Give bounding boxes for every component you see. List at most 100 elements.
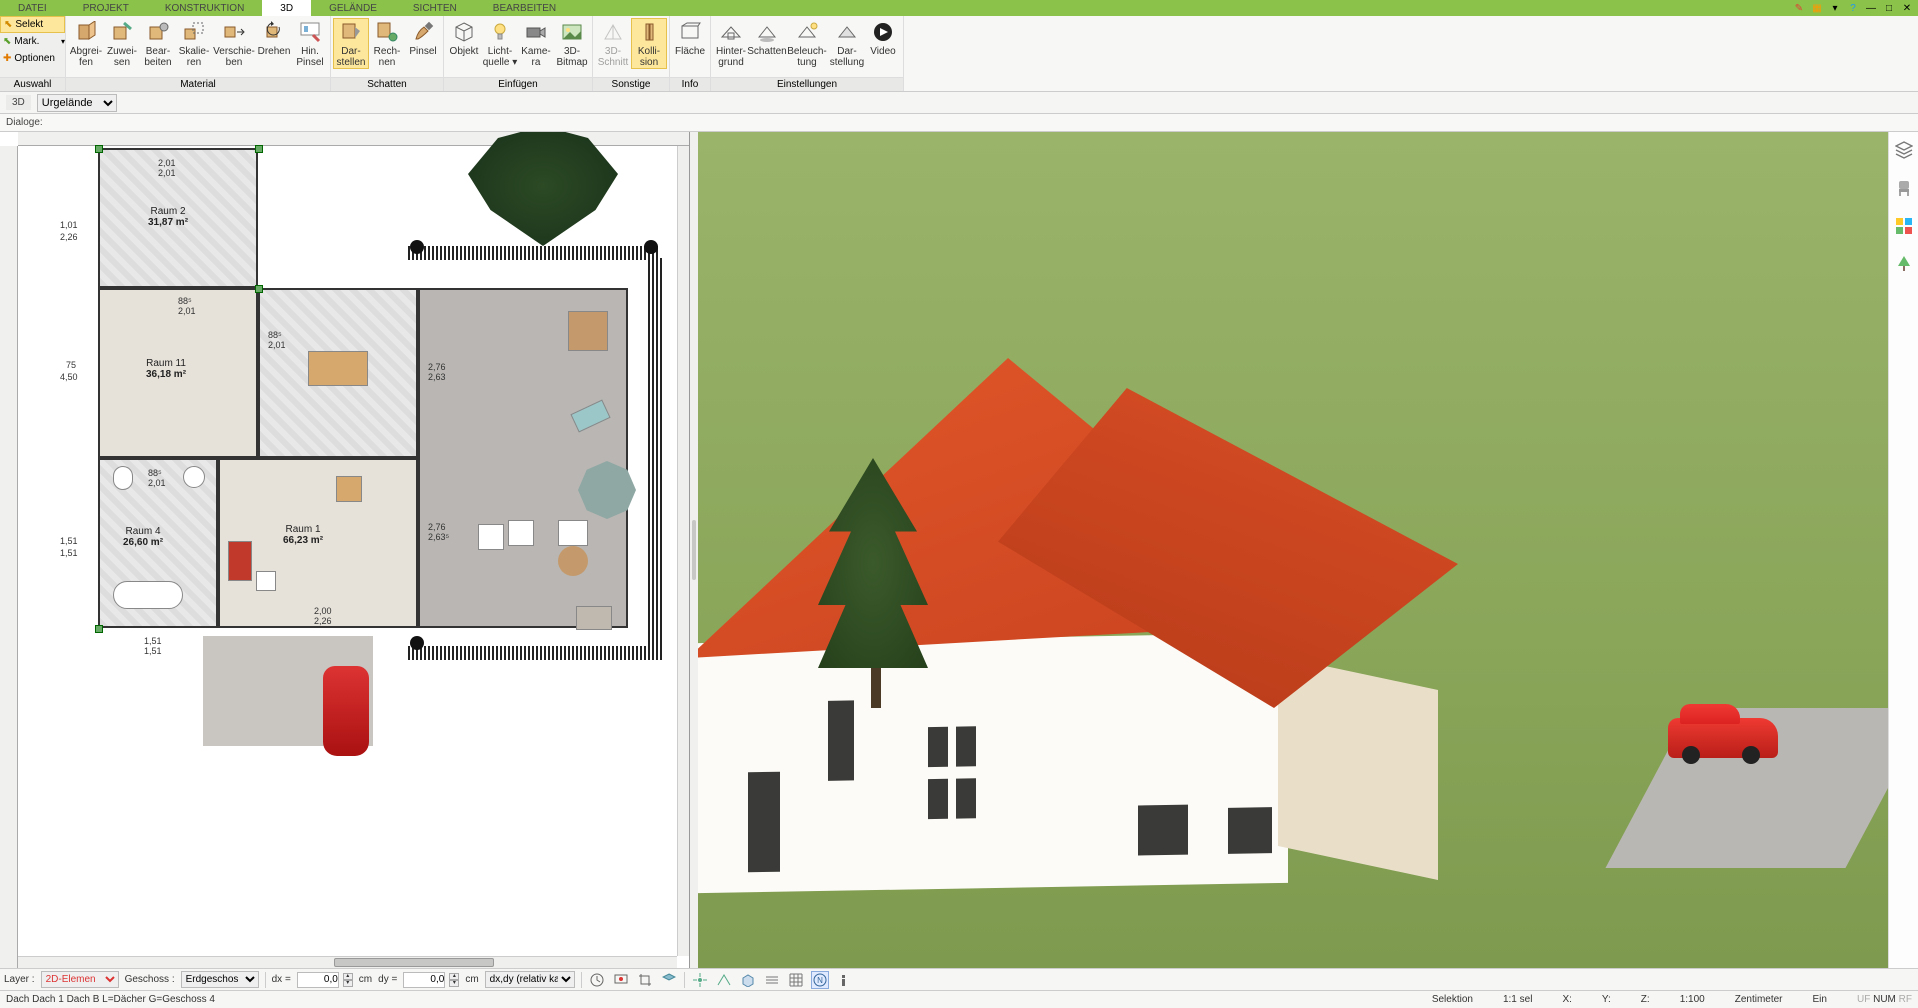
coord-mode-select[interactable]: dx,dy (relativ ka: [485, 971, 575, 988]
ribbon-group-label: Info: [670, 77, 710, 91]
table-furniture[interactable]: [308, 351, 368, 386]
layer-select[interactable]: 2D-Elemen: [41, 971, 119, 988]
grid-lines-icon[interactable]: [763, 971, 781, 989]
dialog-bar: Dialoge:: [0, 114, 1918, 132]
chair[interactable]: [478, 524, 504, 550]
status-unit: Zentimeter: [1735, 994, 1783, 1005]
menu-tab-bearbeiten[interactable]: BEARBEITEN: [475, 0, 574, 16]
lichtquelle-button[interactable]: Licht- quelle ▾: [482, 18, 518, 68]
dy-input[interactable]: [403, 972, 445, 988]
menu-tab-projekt[interactable]: PROJEKT: [65, 0, 147, 16]
terrain-select[interactable]: Urgelände: [37, 94, 117, 112]
verschieben-button[interactable]: Verschie- ben: [212, 18, 256, 68]
close-icon[interactable]: ✕: [1900, 1, 1914, 15]
objekt-button[interactable]: Objekt: [446, 18, 482, 57]
dim-label: 2,01: [158, 168, 176, 178]
chair[interactable]: [558, 520, 588, 546]
snap-point-icon[interactable]: [691, 971, 709, 989]
palette-icon[interactable]: [1894, 216, 1914, 236]
compass-icon[interactable]: N: [811, 971, 829, 989]
round-table[interactable]: [558, 546, 588, 576]
layers-toggle-icon[interactable]: [660, 971, 678, 989]
desk[interactable]: [336, 476, 362, 502]
umbrella-icon[interactable]: [578, 461, 636, 519]
hin-pinsel-button[interactable]: Hin. Pinsel: [292, 18, 328, 68]
selection-handle[interactable]: [255, 285, 263, 293]
3d-bitmap-button[interactable]: 3D- Bitmap: [554, 18, 590, 68]
scrollbar-thumb[interactable]: [334, 958, 494, 967]
geschoss-select[interactable]: Erdgeschos: [181, 971, 259, 988]
bearbeiten-button[interactable]: Bear- beiten: [140, 18, 176, 68]
darstellung-button[interactable]: Dar- stellung: [829, 18, 865, 68]
maximize-icon[interactable]: □: [1882, 1, 1896, 15]
zuweisen-button[interactable]: Zuwei- sen: [104, 18, 140, 68]
car-2d[interactable]: [323, 666, 369, 756]
dx-input[interactable]: [297, 972, 339, 988]
drehen-button[interactable]: Drehen: [256, 18, 292, 57]
scrollbar-horizontal[interactable]: [18, 956, 677, 968]
scrollbar-vertical[interactable]: [677, 146, 689, 956]
bathtub[interactable]: [113, 581, 183, 609]
view-splitter[interactable]: [690, 132, 698, 968]
sofa[interactable]: [228, 541, 252, 581]
window: [1228, 807, 1272, 854]
sub-toolbar: 3D Urgelände: [0, 92, 1918, 114]
pinsel-button[interactable]: Pinsel: [405, 18, 441, 57]
selection-handle[interactable]: [95, 145, 103, 153]
menu-tab-sichten[interactable]: SICHTEN: [395, 0, 475, 16]
menu-tab-gelaende[interactable]: GELÄNDE: [311, 0, 395, 16]
snap-cube-icon[interactable]: [739, 971, 757, 989]
menu-tab-datei[interactable]: DATEI: [0, 0, 65, 16]
square-icon[interactable]: ▦: [1810, 1, 1824, 15]
abgreifen-button[interactable]: Abgrei- fen: [68, 18, 104, 68]
selekt-button[interactable]: ⬉Selekt: [0, 16, 65, 33]
room-label: Raum 1136,18 m²: [146, 358, 186, 380]
view-3d[interactable]: [698, 132, 1888, 968]
rechnen-button[interactable]: Rech- nen: [369, 18, 405, 68]
screen-icon[interactable]: [612, 971, 630, 989]
house-side-wall[interactable]: [1278, 656, 1438, 880]
view-2d[interactable]: 1,01 2,26 75 4,50 1,51 1,51 Raum 231,87 …: [0, 132, 690, 968]
mark-button[interactable]: ⬉Mark.▾: [0, 33, 65, 50]
selection-handle[interactable]: [95, 625, 103, 633]
menu-tab-konstruktion[interactable]: KONSTRUKTION: [147, 0, 262, 16]
layers-icon[interactable]: [1894, 140, 1914, 160]
beleuchtung-button[interactable]: Beleuch- tung: [785, 18, 829, 68]
info-icon[interactable]: [835, 971, 853, 989]
bench[interactable]: [576, 606, 612, 630]
spin-up[interactable]: ▴: [343, 973, 353, 980]
video-button[interactable]: Video: [865, 18, 901, 57]
darstellen-button[interactable]: Dar- stellen: [333, 18, 369, 69]
outdoor-table[interactable]: [568, 311, 608, 351]
snap-edge-icon[interactable]: [715, 971, 733, 989]
hintergrund-button[interactable]: Hinter- grund: [713, 18, 749, 68]
flaeche-button[interactable]: Fläche: [672, 18, 708, 57]
kamera-button[interactable]: Kame- ra: [518, 18, 554, 68]
crop-icon[interactable]: [636, 971, 654, 989]
spin-down[interactable]: ▾: [343, 980, 353, 987]
grid-icon[interactable]: [787, 971, 805, 989]
chair-icon[interactable]: [1894, 178, 1914, 198]
car-3d[interactable]: [1668, 718, 1778, 758]
spin-down[interactable]: ▾: [449, 980, 459, 987]
clock-icon[interactable]: [588, 971, 606, 989]
menu-tab-3d[interactable]: 3D: [262, 0, 311, 16]
schatten-button[interactable]: Schatten: [749, 18, 785, 57]
spin-up[interactable]: ▴: [449, 973, 459, 980]
3d-schnitt-button[interactable]: 3D- Schnitt: [595, 18, 631, 68]
sink[interactable]: [183, 466, 205, 488]
coffee-table[interactable]: [256, 571, 276, 591]
minimize-icon[interactable]: —: [1864, 1, 1878, 15]
dropdown-icon[interactable]: ▾: [1828, 1, 1842, 15]
tree-icon[interactable]: [1894, 254, 1914, 274]
selection-handle[interactable]: [255, 145, 263, 153]
kollision-button[interactable]: Kolli- sion: [631, 18, 667, 69]
house-wall[interactable]: [698, 633, 1288, 893]
skalieren-button[interactable]: Skalie- ren: [176, 18, 212, 68]
chair[interactable]: [508, 520, 534, 546]
plan-canvas[interactable]: 1,01 2,26 75 4,50 1,51 1,51 Raum 231,87 …: [18, 146, 689, 968]
pencil-icon[interactable]: ✎: [1792, 1, 1806, 15]
help-icon[interactable]: ?: [1846, 1, 1860, 15]
toilet[interactable]: [113, 466, 133, 490]
optionen-button[interactable]: ✚Optionen: [0, 50, 65, 67]
